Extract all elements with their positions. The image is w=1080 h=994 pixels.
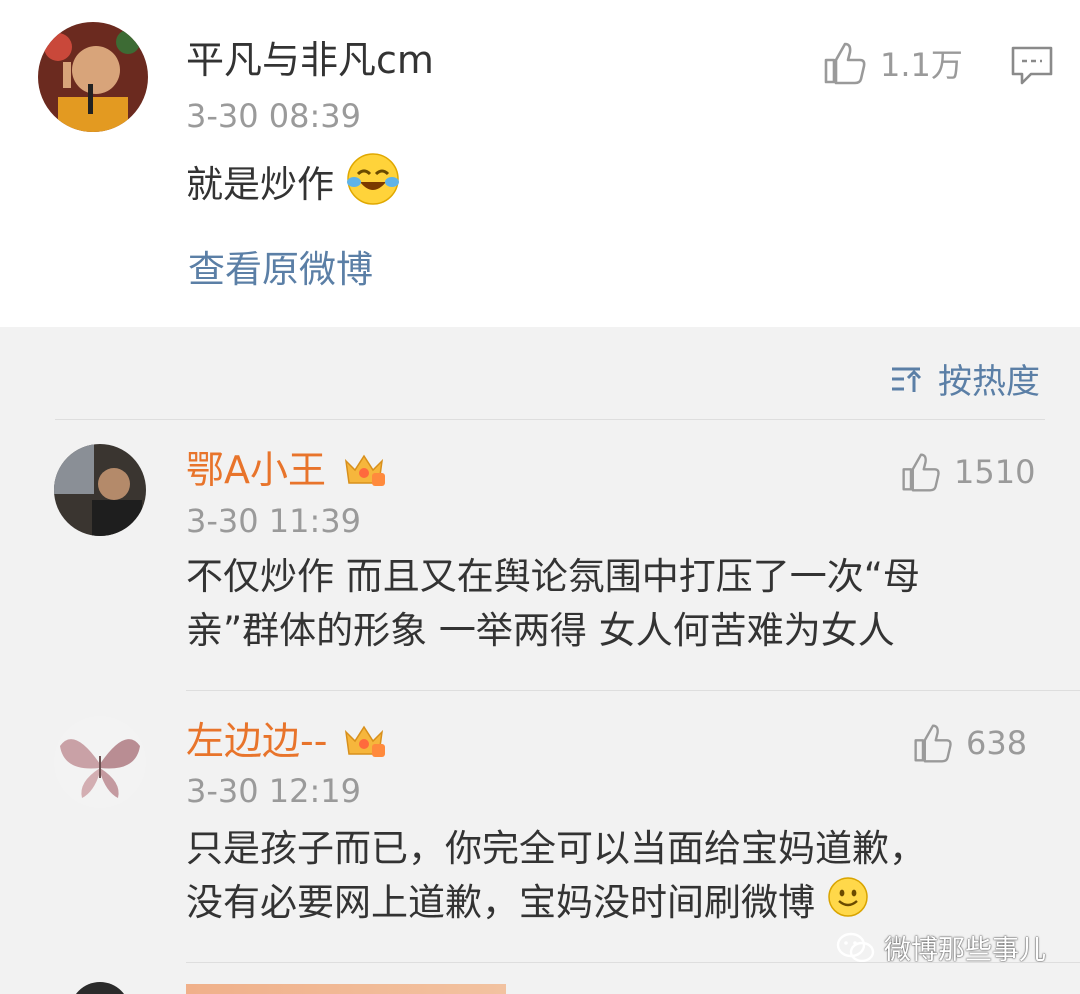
comment-like-button[interactable]: 638 (912, 722, 1027, 764)
vip-crown-icon (342, 447, 386, 493)
post-author-avatar[interactable] (38, 22, 148, 132)
comment-timestamp: 3-30 11:39 (186, 502, 362, 540)
post-like-button[interactable]: 1.1万 (822, 40, 963, 86)
comment-like-count: 638 (966, 724, 1028, 762)
comment-timestamp: 3-30 12:19 (186, 772, 362, 810)
commenter-avatar[interactable] (54, 716, 146, 808)
post-text: 就是炒作 (186, 152, 400, 221)
next-comment-partial (0, 968, 1080, 994)
thumbs-up-icon (914, 724, 952, 763)
commenter-name-cropped (186, 984, 506, 994)
commenter-name[interactable]: 左边边-- (186, 718, 327, 764)
comment-like-count: 1510 (954, 453, 1036, 491)
original-post-card: 平凡与非凡cm 3-30 08:39 就是炒作 1.1万 查看原微博 (0, 0, 1080, 327)
laughing-crying-emoji (346, 152, 400, 221)
comment-text: 只是孩子而已，你完全可以当面给宝妈道歉， 没有必要网上道歉，宝妈没时间刷微博 (186, 822, 926, 933)
vip-crown-icon (342, 718, 386, 764)
divider (186, 962, 1080, 963)
comment-text-line: 亲”群体的形象 一举两得 女人何苦难为女人 (186, 609, 895, 652)
comment-text-line: 没有必要网上道歉，宝妈没时间刷微博 (186, 881, 815, 924)
sort-toggle[interactable]: 按热度 (890, 354, 1040, 403)
sort-label: 按热度 (938, 362, 1040, 402)
post-text-content: 就是炒作 (186, 163, 334, 206)
comment-text-line: 只是孩子而已，你完全可以当面给宝妈道歉， (186, 827, 926, 870)
divider (55, 419, 1045, 420)
comment-icon[interactable] (1010, 45, 1054, 91)
wechat-icon (836, 932, 875, 962)
view-original-link[interactable]: 查看原微博 (188, 247, 373, 293)
comment-like-button[interactable]: 1510 (900, 451, 1035, 493)
comment-text: 不仅炒作 而且又在舆论氛围中打压了一次“母 亲”群体的形象 一举两得 女人何苦难… (186, 550, 920, 658)
post-timestamp: 3-30 08:39 (186, 97, 362, 135)
post-like-count: 1.1万 (880, 46, 963, 84)
comment-text-line: 不仅炒作 而且又在舆论氛围中打压了一次“母 (186, 555, 920, 598)
commenter-avatar[interactable] (54, 444, 146, 536)
comment-text-line-with-emoji: 没有必要网上道歉，宝妈没时间刷微博 (186, 876, 926, 933)
commenter-name[interactable]: 鄂A小王 (186, 447, 326, 493)
sort-icon (892, 367, 922, 392)
thumbs-up-icon (824, 42, 866, 85)
thumbs-up-icon (902, 453, 940, 492)
post-author-name[interactable]: 平凡与非凡cm (186, 37, 434, 83)
divider (186, 690, 1080, 691)
commenter-avatar[interactable] (70, 982, 130, 994)
smile-emoji (827, 876, 869, 933)
